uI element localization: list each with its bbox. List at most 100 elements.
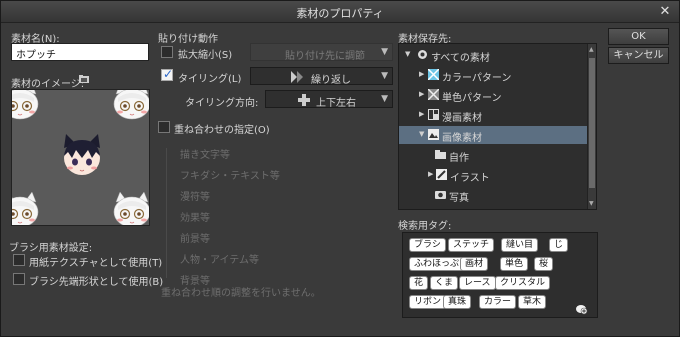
title-bar: 素材のプロパティ ✕: [1, 1, 679, 23]
background-icon: [435, 209, 446, 210]
manga-material-icon: [428, 109, 439, 120]
tiling-repeat-icon: [291, 71, 303, 83]
brush-settings-label: ブラシ用素材設定:: [9, 243, 93, 254]
chevron-down-icon: ▼: [381, 94, 388, 104]
tag-chip[interactable]: 縫い目: [501, 238, 539, 252]
tag-chip[interactable]: じ: [549, 238, 569, 252]
tree-item-color-pattern[interactable]: ▶ カラーパターン: [399, 66, 588, 84]
ok-button[interactable]: OK: [608, 28, 669, 45]
tiling-direction-dropdown[interactable]: 上下左右 ▼: [265, 90, 393, 109]
four-way-arrows-icon: [298, 94, 310, 106]
camera-icon: [435, 191, 446, 199]
chevron-down-icon: ▼: [381, 71, 388, 81]
tag-chip[interactable]: カラー: [479, 295, 517, 309]
mono-pattern-icon: [428, 89, 439, 100]
overlay-item: 効果等: [180, 213, 210, 224]
material-image-preview: [11, 89, 150, 226]
tiling-direction-label: タイリング方向:: [185, 98, 259, 109]
overlay-item: フキダシ・テキスト等: [180, 171, 280, 182]
tree-item-manga-material[interactable]: ▶ 漫画素材: [399, 106, 588, 124]
tag-chip[interactable]: 花: [409, 276, 429, 290]
tag-chip[interactable]: ふわほっぷ: [409, 257, 465, 271]
caret-down-icon[interactable]: ▼: [419, 130, 424, 138]
tiling-direction-value: 上下左右: [316, 98, 356, 109]
scale-dropdown[interactable]: 貼り付け先に調節 ▼: [250, 43, 393, 62]
tag-chip[interactable]: リボン: [409, 295, 447, 309]
tag-chip[interactable]: ステッチ: [448, 238, 495, 252]
close-icon[interactable]: ✕: [657, 4, 673, 20]
caret-down-icon[interactable]: ▼: [405, 50, 410, 58]
overlay-note: 重ね合わせ順の調整を行いません。: [161, 288, 321, 299]
tag-chip[interactable]: 真珠: [443, 295, 472, 309]
brush-tip-label: ブラシ先端形状として使用(B): [29, 277, 164, 288]
material-properties-dialog: 素材のプロパティ ✕ 素材名(N): ホプッチ 素材のイメージ: ブラシ用素材設…: [0, 0, 680, 337]
material-image-label: 素材のイメージ:: [11, 79, 85, 90]
overlay-item: 描き文字等: [180, 150, 230, 161]
add-tag-icon[interactable]: [575, 303, 588, 315]
tree-item-label: 写真: [449, 193, 469, 204]
tag-chip[interactable]: 画材: [460, 257, 489, 271]
tag-chip[interactable]: 草木: [518, 295, 547, 309]
tree-item-label: 単色パターン: [442, 93, 502, 104]
tree-item-mono-pattern[interactable]: ▶ 単色パターン: [399, 86, 588, 104]
chevron-down-icon: ▼: [381, 47, 388, 57]
tree-scrollbar[interactable]: ▲ ▼: [587, 44, 596, 209]
tree-item-all-materials[interactable]: ▼ すべての素材: [399, 46, 588, 64]
tag-chip[interactable]: 単色: [500, 257, 529, 271]
search-tags-box[interactable]: ブラシ ステッチ 縫い目 じ ふわほっぷ 画材 単色 桜 花 くま レース クリ…: [402, 232, 598, 318]
tag-chip[interactable]: くま: [430, 276, 459, 290]
tree-item-label: 背景: [449, 209, 469, 210]
tree-item-label: 自作: [449, 153, 469, 164]
material-name-field[interactable]: ホプッチ: [11, 43, 149, 61]
brush-tip-checkbox[interactable]: [13, 273, 25, 285]
tree-item-illustration[interactable]: ▶ イラスト: [399, 166, 588, 184]
search-tags-label: 検索用タグ:: [398, 221, 452, 232]
tree-item-background[interactable]: 背景: [399, 206, 588, 210]
tree-item-label: カラーパターン: [442, 73, 512, 84]
overlay-item: 人物・アイテム等: [180, 255, 259, 266]
tree-item-label: すべての素材: [431, 53, 490, 64]
tree-item-label: 漫画素材: [442, 113, 482, 124]
folder-icon: [435, 150, 446, 159]
paste-behavior-label: 貼り付け動作: [158, 34, 218, 45]
caret-right-icon[interactable]: ▶: [419, 70, 424, 78]
tree-item-photo[interactable]: 写真: [399, 186, 588, 204]
scrollbar-thumb[interactable]: [589, 58, 595, 188]
tag-chip[interactable]: クリスタル: [495, 276, 551, 290]
scroll-up-icon[interactable]: ▲: [589, 46, 594, 53]
tree-item-image-material[interactable]: ▼ 画像素材: [399, 126, 588, 144]
tag-chip[interactable]: レース: [459, 276, 496, 290]
overlay-checkbox[interactable]: [158, 121, 170, 133]
caret-right-icon[interactable]: ▶: [419, 110, 424, 118]
tiling-checkbox[interactable]: [161, 67, 173, 81]
paper-texture-label: 用紙テクスチャとして使用(T): [29, 258, 163, 269]
color-pattern-icon: [428, 69, 439, 80]
tree-item-custom[interactable]: 自作: [399, 146, 588, 164]
image-folder-icon[interactable]: [78, 73, 90, 85]
scale-checkbox[interactable]: [161, 46, 173, 58]
tree-item-label: イラスト: [450, 173, 490, 184]
tiling-dropdown-value: 繰り返し: [311, 75, 351, 86]
overlay-label: 重ね合わせの指定(O): [174, 125, 270, 136]
caret-right-icon[interactable]: ▶: [419, 90, 424, 98]
scroll-down-icon[interactable]: ▼: [589, 200, 594, 207]
scale-dropdown-value: 貼り付け先に調節: [285, 51, 365, 62]
tag-chip[interactable]: 桜: [534, 257, 554, 271]
tiling-label: タイリング(L): [178, 74, 242, 85]
overlay-item: 前景等: [180, 234, 210, 245]
overlay-divider: [166, 148, 167, 278]
target-icon: [418, 50, 427, 59]
image-material-icon: [428, 129, 439, 140]
illustration-icon: [436, 169, 447, 180]
tree-item-label: 画像素材: [442, 133, 482, 144]
tiling-dropdown[interactable]: 繰り返し ▼: [250, 67, 393, 86]
window-title: 素材のプロパティ: [296, 7, 384, 20]
caret-right-icon[interactable]: ▶: [428, 170, 433, 178]
cancel-button[interactable]: キャンセル: [608, 47, 669, 64]
save-location-tree[interactable]: ▼ すべての素材 ▶ カラーパターン ▶ 単色パターン ▶ 漫画素材 ▼ 画像素…: [398, 43, 597, 210]
scale-label: 拡大縮小(S): [178, 50, 233, 61]
overlay-item: 漫符等: [180, 192, 210, 203]
tag-chip[interactable]: ブラシ: [409, 238, 446, 252]
tiled-character-illustration: [12, 90, 149, 225]
paper-texture-checkbox[interactable]: [13, 254, 25, 266]
